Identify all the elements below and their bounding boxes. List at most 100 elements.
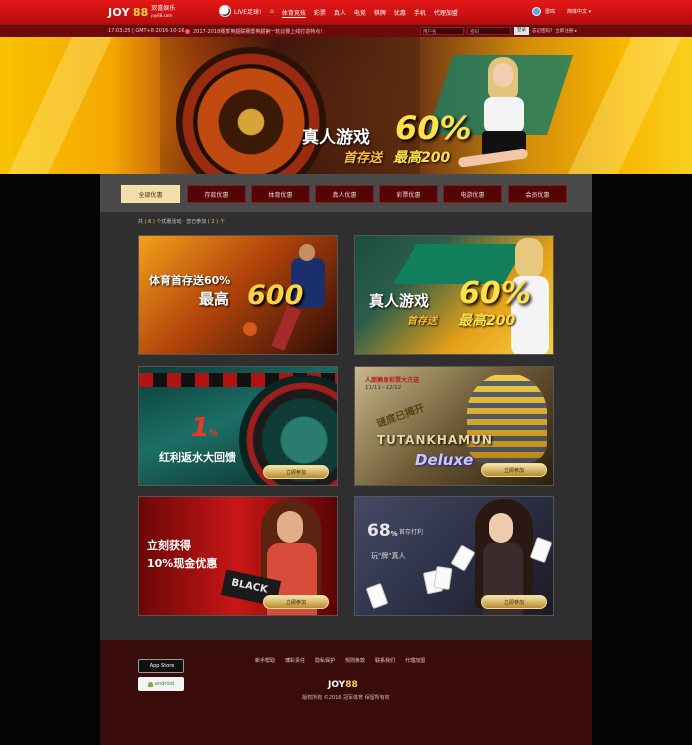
live-label: LIVE足球! xyxy=(234,8,262,16)
menu-item-esports[interactable]: 电竞 xyxy=(354,8,366,18)
slot-brand: TUTANKHAMUN xyxy=(377,433,493,447)
tab-deposit[interactable]: 存款优惠 xyxy=(187,185,246,203)
app-store-button[interactable]: App Store xyxy=(138,659,184,673)
model-top xyxy=(484,97,524,133)
promo-tabs: 全部优惠 存款优惠 体育优惠 真人优惠 彩票优惠 电游优惠 会员优惠 xyxy=(100,174,592,212)
promo-card-poker[interactable]: 68% 首存打利 玩"牌"真人 立即参加 xyxy=(354,496,554,616)
sports-line2: 最高 xyxy=(199,290,230,308)
poker-line2: 玩"牌"真人 xyxy=(371,552,406,560)
slot-stamp: 谜底已揭开 xyxy=(375,402,427,431)
register-link[interactable]: 立即注册 ▸ xyxy=(555,28,577,34)
sports-amount: 600 xyxy=(247,280,304,311)
menu-item-mobile[interactable]: 手机 xyxy=(414,8,426,18)
logo-domain: joy88.com xyxy=(151,13,173,18)
avatar[interactable] xyxy=(532,7,541,16)
summary-total-count: 6 xyxy=(148,219,152,225)
hero-title: 真人游戏 xyxy=(302,128,370,148)
live-first-deposit: 首存送 xyxy=(407,316,437,327)
model-face xyxy=(489,513,513,543)
hero-light-ray xyxy=(8,37,112,174)
playing-card-icon xyxy=(450,544,476,572)
android-button[interactable]: android xyxy=(138,677,184,691)
login-button[interactable]: 登录 xyxy=(514,27,529,35)
footer-link-contact[interactable]: 联系我们 xyxy=(375,657,395,664)
slot-title: 人面狮身彩票大方送 xyxy=(365,377,420,384)
summary-joined-count: 2 xyxy=(211,219,215,225)
logo-subtitle: 双喜娱乐 joy88.com xyxy=(151,5,175,19)
menu-item-lottery[interactable]: 彩票 xyxy=(314,8,326,18)
live-max: 最高200 xyxy=(458,313,516,329)
join-button[interactable]: 立即参加 xyxy=(263,595,329,609)
hero-first-deposit: 首存送 xyxy=(343,151,383,166)
footer-links: 新手帮助 博彩责任 隐私保护 规则条款 联系我们 代理加盟 xyxy=(255,657,425,664)
slot-deluxe: Deluxe xyxy=(415,451,474,469)
rebate-percent: 1% xyxy=(191,413,218,443)
logo-number: 88 xyxy=(132,5,149,19)
promo-card-sports[interactable]: 体育首存送60% 最高 600 xyxy=(138,235,338,355)
promo-summary: 共 ( 6 ) 个优惠活动 · 您已参加 ( 2 ) 个 xyxy=(138,218,225,225)
footer-logo-number: 88 xyxy=(345,680,358,690)
poker-percent: 68% xyxy=(367,521,398,541)
footer-link-help[interactable]: 新手帮助 xyxy=(255,657,275,664)
menu-item-promotions[interactable]: 优惠 xyxy=(394,8,406,18)
main-menu: ⌂ 体育竞技 彩票 真人 电竞 棋牌 优惠 手机 代理加盟 xyxy=(270,8,458,18)
footer: App Store android 新手帮助 博彩责任 隐私保护 规则条款 联系… xyxy=(100,640,592,745)
promotions-panel: 全部优惠 存款优惠 体育优惠 真人优惠 彩票优惠 电游优惠 会员优惠 共 ( 6… xyxy=(100,174,592,640)
footer-link-agent[interactable]: 代理加盟 xyxy=(405,657,425,664)
user-area: 雷鸣 简体中文 ▾ xyxy=(532,7,591,16)
promo-card-slot[interactable]: 人面狮身彩票大方送 11/11~12/12 谜底已揭开 TUTANKHAMUN … xyxy=(354,366,554,486)
tab-member[interactable]: 会员优惠 xyxy=(508,185,567,203)
soccer-ball-icon xyxy=(243,322,257,336)
login-form: 用户名 密码 登录 忘记密码? 立即注册 ▸ xyxy=(420,27,577,35)
page: JOY 88 双喜娱乐 joy88.com LIVE足球! ⌂ 体育竞技 彩票 … xyxy=(0,0,692,745)
summary-mid: 个优惠活动 · 您已参加 xyxy=(156,219,207,225)
promo-card-rebate[interactable]: 1% 红利返水大回馈 立即参加 xyxy=(138,366,338,486)
player-leg xyxy=(271,304,301,352)
menu-item-live[interactable]: 真人 xyxy=(334,8,346,18)
playing-card-icon xyxy=(433,565,453,591)
hero-banner[interactable]: 真人游戏 60% 首存送 最高200 xyxy=(0,37,692,174)
promo-card-cash[interactable]: BLACK 立刻获得 10%现金优惠 立即参加 xyxy=(138,496,338,616)
tab-live[interactable]: 真人优惠 xyxy=(315,185,374,203)
footer-link-terms[interactable]: 规则条款 xyxy=(345,657,365,664)
live-percent: 60% xyxy=(459,276,531,311)
language-select[interactable]: 简体中文 ▾ xyxy=(567,8,591,15)
copyright: 版权所有 ©2016 冠军体育 保留所有权 xyxy=(302,695,390,701)
notice-ticker[interactable]: 2017-2018赛季英超联赛暨英超第一轮比赛上线打造特点! xyxy=(185,28,322,35)
menu-item-agent[interactable]: 代理加盟 xyxy=(434,8,458,18)
poker-line1: 首存打利 xyxy=(399,529,424,536)
android-icon xyxy=(148,681,153,687)
live-football-link[interactable]: LIVE足球! xyxy=(219,5,261,17)
password-input[interactable]: 密码 xyxy=(467,27,511,35)
tab-slots[interactable]: 电游优惠 xyxy=(443,185,502,203)
player-head xyxy=(299,244,315,261)
join-button[interactable]: 立即参加 xyxy=(263,465,329,479)
home-icon[interactable]: ⌂ xyxy=(270,8,274,18)
playing-card-icon xyxy=(365,582,389,610)
user-name[interactable]: 雷鸣 xyxy=(545,8,555,15)
poker-percent-value: 68 xyxy=(367,521,391,541)
join-button[interactable]: 立即参加 xyxy=(481,595,547,609)
footer-link-responsibility[interactable]: 博彩责任 xyxy=(285,657,305,664)
slot-date: 11/11~12/12 xyxy=(365,385,402,391)
hero-light-ray xyxy=(568,37,682,174)
notice-icon xyxy=(185,29,190,34)
pharaoh-mask-stripes xyxy=(467,373,547,463)
model-face xyxy=(493,63,513,87)
live-title: 真人游戏 xyxy=(369,292,430,310)
model-hair xyxy=(515,238,543,278)
tab-all[interactable]: 全部优惠 xyxy=(121,185,180,203)
cash-line2: 10%现金优惠 xyxy=(147,557,218,570)
promo-card-live[interactable]: 真人游戏 60% 首存送 最高200 xyxy=(354,235,554,355)
tab-lottery[interactable]: 彩票优惠 xyxy=(379,185,438,203)
username-input[interactable]: 用户名 xyxy=(420,27,464,35)
menu-item-cards[interactable]: 棋牌 xyxy=(374,8,386,18)
rebate-percent-unit: % xyxy=(209,429,219,439)
footer-link-privacy[interactable]: 隐私保护 xyxy=(315,657,335,664)
join-button[interactable]: 立即参加 xyxy=(481,463,547,477)
menu-item-sports[interactable]: 体育竞技 xyxy=(281,8,306,18)
tab-sports[interactable]: 体育优惠 xyxy=(251,185,310,203)
forgot-password-link[interactable]: 忘记密码? xyxy=(532,28,552,34)
site-logo[interactable]: JOY 88 双喜娱乐 joy88.com xyxy=(108,4,175,20)
notice-text: 2017-2018赛季英超联赛暨英超第一轮比赛上线打造特点! xyxy=(193,29,323,35)
